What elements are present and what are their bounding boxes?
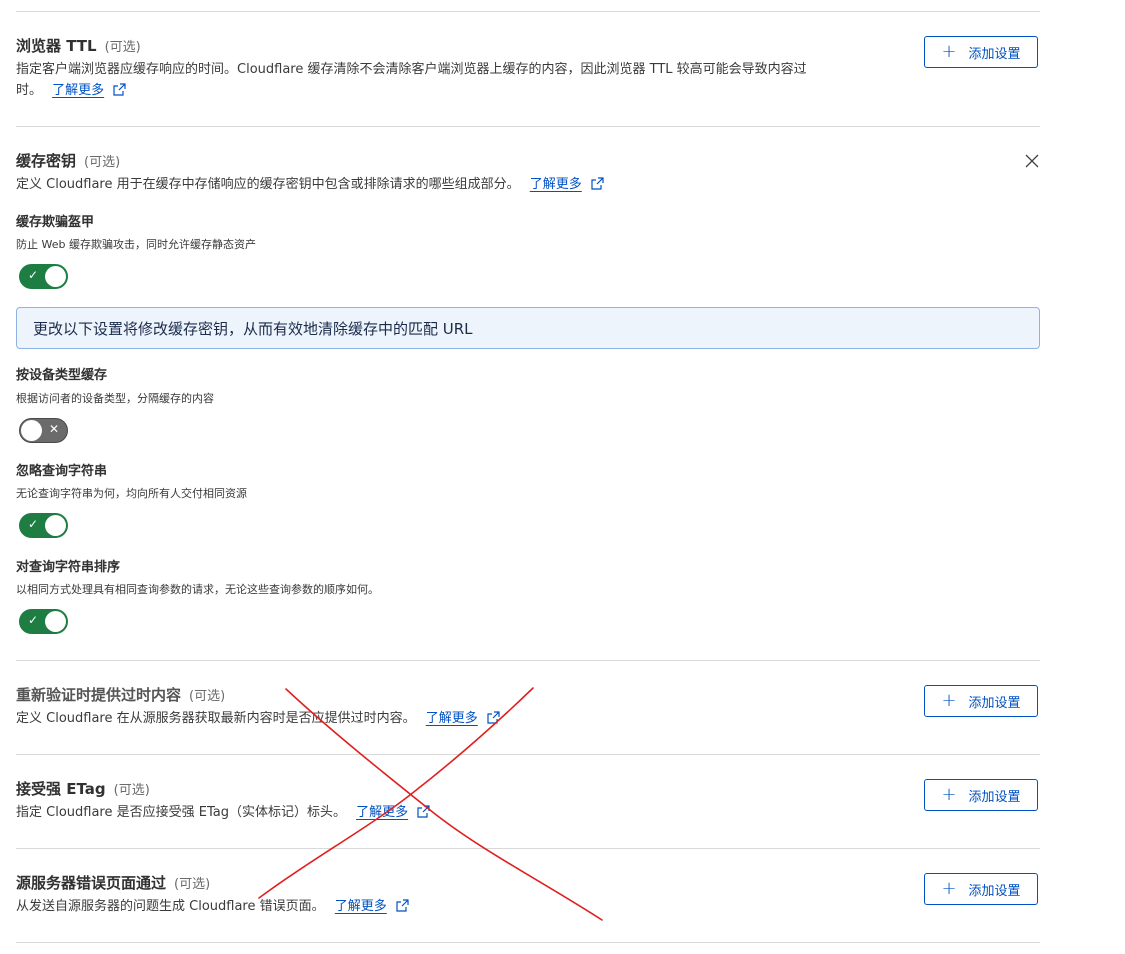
external-link-icon[interactable]: [113, 83, 126, 96]
sort-query-string-title: 对查询字符串排序: [16, 560, 121, 575]
strong-etag-header: 接受强 ETag (可选): [16, 778, 150, 799]
learn-more-link[interactable]: 了解更多: [52, 83, 104, 98]
cache-by-device-type-title: 按设备类型缓存: [16, 368, 108, 383]
add-setting-button[interactable]: + 添加设置: [924, 36, 1038, 68]
check-icon: ✓: [28, 517, 39, 531]
browser-ttl-header: 浏览器 TTL (可选): [16, 35, 141, 56]
origin-error-page-description: 从发送自源服务器的问题生成 Cloudflare 错误页面。 了解更多: [16, 896, 409, 917]
divider: [16, 11, 1040, 12]
cross-icon: ✕: [48, 422, 59, 436]
external-link-icon[interactable]: [417, 805, 430, 818]
cache-key-title: 缓存密钥: [16, 152, 77, 170]
optional-label: (可选): [84, 155, 121, 170]
ignore-query-string-title: 忽略查询字符串: [16, 464, 108, 479]
sort-query-string-toggle[interactable]: ✓: [19, 609, 68, 634]
cache-key-description: 定义 Cloudflare 用于在缓存中存储响应的缓存密钥中包含或排除请求的哪些…: [16, 174, 604, 195]
ignore-query-string-toggle[interactable]: ✓: [19, 513, 68, 538]
cache-deception-armor-title: 缓存欺骗盔甲: [16, 215, 95, 230]
learn-more-link[interactable]: 了解更多: [530, 177, 582, 192]
strong-etag-description: 指定 Cloudflare 是否应接受强 ETag（实体标记）标头。 了解更多: [16, 802, 430, 823]
ignore-query-string-description: 无论查询字符串为何，均向所有人交付相同资源: [16, 487, 247, 500]
divider: [16, 660, 1040, 661]
strong-etag-title: 接受强 ETag: [16, 780, 106, 798]
optional-label: (可选): [174, 877, 211, 892]
cache-rule-settings-page: 浏览器 TTL (可选) 指定客户端浏览器应缓存响应的时间。Cloudflare…: [0, 0, 1125, 954]
cache-key-header: 缓存密钥 (可选): [16, 150, 120, 171]
info-banner: 更改以下设置将修改缓存密钥，从而有效地清除缓存中的匹配 URL: [16, 307, 1040, 349]
check-icon: ✓: [28, 268, 39, 282]
cache-deception-armor-description: 防止 Web 缓存欺骗攻击，同时允许缓存静态资产: [16, 238, 256, 251]
close-icon[interactable]: [1024, 153, 1040, 169]
add-setting-button[interactable]: + 添加设置: [924, 873, 1038, 905]
browser-ttl-description: 指定客户端浏览器应缓存响应的时间。Cloudflare 缓存清除不会清除客户端浏…: [16, 62, 807, 98]
plus-icon: +: [941, 878, 957, 899]
browser-ttl-title: 浏览器 TTL: [16, 37, 97, 55]
origin-error-page-title: 源服务器错误页面通过: [16, 874, 167, 892]
add-setting-button[interactable]: + 添加设置: [924, 685, 1038, 717]
add-setting-button[interactable]: + 添加设置: [924, 779, 1038, 811]
origin-error-page-header: 源服务器错误页面通过 (可选): [16, 872, 210, 893]
learn-more-link[interactable]: 了解更多: [335, 899, 387, 914]
plus-icon: +: [941, 41, 957, 62]
learn-more-link[interactable]: 了解更多: [426, 711, 478, 726]
sort-query-string-description: 以相同方式处理具有相同查询参数的请求，无论这些查询参数的顺序如何。: [16, 583, 379, 596]
serve-stale-title: 重新验证时提供过时内容: [16, 686, 182, 704]
cache-deception-armor-toggle[interactable]: ✓: [19, 264, 68, 289]
serve-stale-description: 定义 Cloudflare 在从源服务器获取最新内容时是否应提供过时内容。 了解…: [16, 708, 500, 729]
cache-by-device-type-description: 根据访问者的设备类型，分隔缓存的内容: [16, 392, 214, 405]
external-link-icon[interactable]: [396, 899, 409, 912]
optional-label: (可选): [113, 783, 150, 798]
learn-more-link[interactable]: 了解更多: [356, 805, 408, 820]
divider: [16, 126, 1040, 127]
plus-icon: +: [941, 690, 957, 711]
serve-stale-header: 重新验证时提供过时内容 (可选): [16, 684, 225, 705]
divider: [16, 848, 1040, 849]
divider: [16, 942, 1040, 943]
cache-by-device-type-toggle[interactable]: ✕: [19, 418, 68, 443]
external-link-icon[interactable]: [487, 711, 500, 724]
optional-label: (可选): [104, 40, 141, 55]
external-link-icon[interactable]: [591, 177, 604, 190]
divider: [16, 754, 1040, 755]
optional-label: (可选): [189, 689, 226, 704]
plus-icon: +: [941, 784, 957, 805]
check-icon: ✓: [28, 613, 39, 627]
